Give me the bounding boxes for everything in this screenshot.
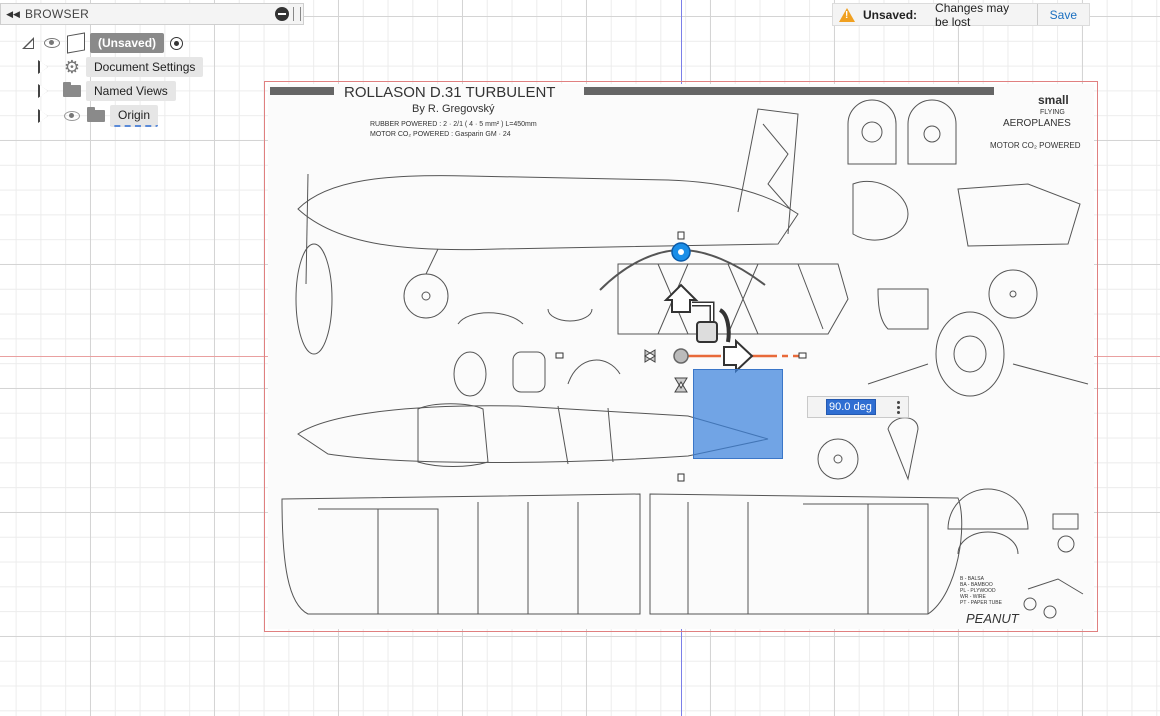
more-options-icon[interactable]: [897, 400, 900, 414]
expand-triangle-icon[interactable]: [38, 84, 48, 98]
blueprint-title: ROLLASON D.31 TURBULENT: [344, 84, 555, 101]
blueprint-legend-5: PT - PAPER TUBE: [960, 600, 1003, 606]
browser-item-document-settings[interactable]: ⚙ Document Settings: [38, 57, 204, 77]
unsaved-message: Changes may be lost: [935, 0, 1010, 29]
eye-icon[interactable]: [42, 34, 62, 52]
document-settings-label: Document Settings: [86, 57, 204, 77]
angle-input[interactable]: [826, 399, 876, 415]
browser-title: BROWSER: [25, 7, 90, 21]
blueprint-peanut: PEANUT: [966, 611, 1020, 626]
selected-face-highlight[interactable]: [693, 369, 783, 459]
named-views-label: Named Views: [86, 81, 176, 101]
expand-triangle-icon[interactable]: [38, 60, 48, 74]
hidden-eye-icon[interactable]: [62, 107, 82, 125]
panel-grip-icon[interactable]: [293, 7, 301, 21]
warning-icon: !: [839, 7, 855, 22]
browser-item-origin[interactable]: Origin: [38, 105, 159, 127]
folder-icon: [62, 82, 82, 100]
browser-root-row[interactable]: (Unsaved): [22, 32, 184, 54]
activate-radio-icon[interactable]: [170, 36, 184, 50]
blueprint-spec-rubber: RUBBER POWERED : 2 · 2/1 ( 4 · 5 mm² ) L…: [370, 121, 537, 128]
angle-input-box: [807, 396, 909, 418]
browser-header: ◀◀ BROWSER: [0, 3, 304, 25]
collapse-triangle-icon[interactable]: [22, 37, 34, 49]
component-icon: [66, 32, 86, 54]
blueprint-spec-motor: MOTOR CO₂ POWERED : Gasparin GM · 24: [370, 131, 511, 138]
blueprint-drawing: ROLLASON D.31 TURBULENT By R. Gregovský …: [270, 84, 1089, 626]
unsaved-notification: ! Unsaved: Changes may be lost Save: [832, 0, 1090, 29]
save-button[interactable]: Save: [1036, 4, 1089, 25]
blueprint-motor-label: MOTOR CO₂ POWERED: [990, 141, 1081, 150]
unsaved-label: Unsaved:: [863, 7, 918, 22]
blueprint-logo-flying: FLYING: [1040, 109, 1065, 116]
gear-icon: ⚙: [63, 57, 81, 77]
origin-label: Origin: [110, 105, 159, 127]
browser-item-named-views[interactable]: Named Views: [38, 81, 176, 101]
canvas-image-blueprint[interactable]: ROLLASON D.31 TURBULENT By R. Gregovský …: [268, 84, 1094, 629]
blueprint-logo-aeroplanes: AEROPLANES: [1003, 118, 1071, 129]
blueprint-logo-small: small: [1038, 93, 1069, 107]
minimize-icon[interactable]: [275, 7, 289, 21]
root-component-label[interactable]: (Unsaved): [90, 33, 165, 53]
folder-icon: [86, 107, 106, 125]
blueprint-author: By R. Gregovský: [412, 103, 495, 115]
expand-triangle-icon[interactable]: [38, 109, 48, 123]
collapse-icon[interactable]: ◀◀: [1, 9, 25, 20]
